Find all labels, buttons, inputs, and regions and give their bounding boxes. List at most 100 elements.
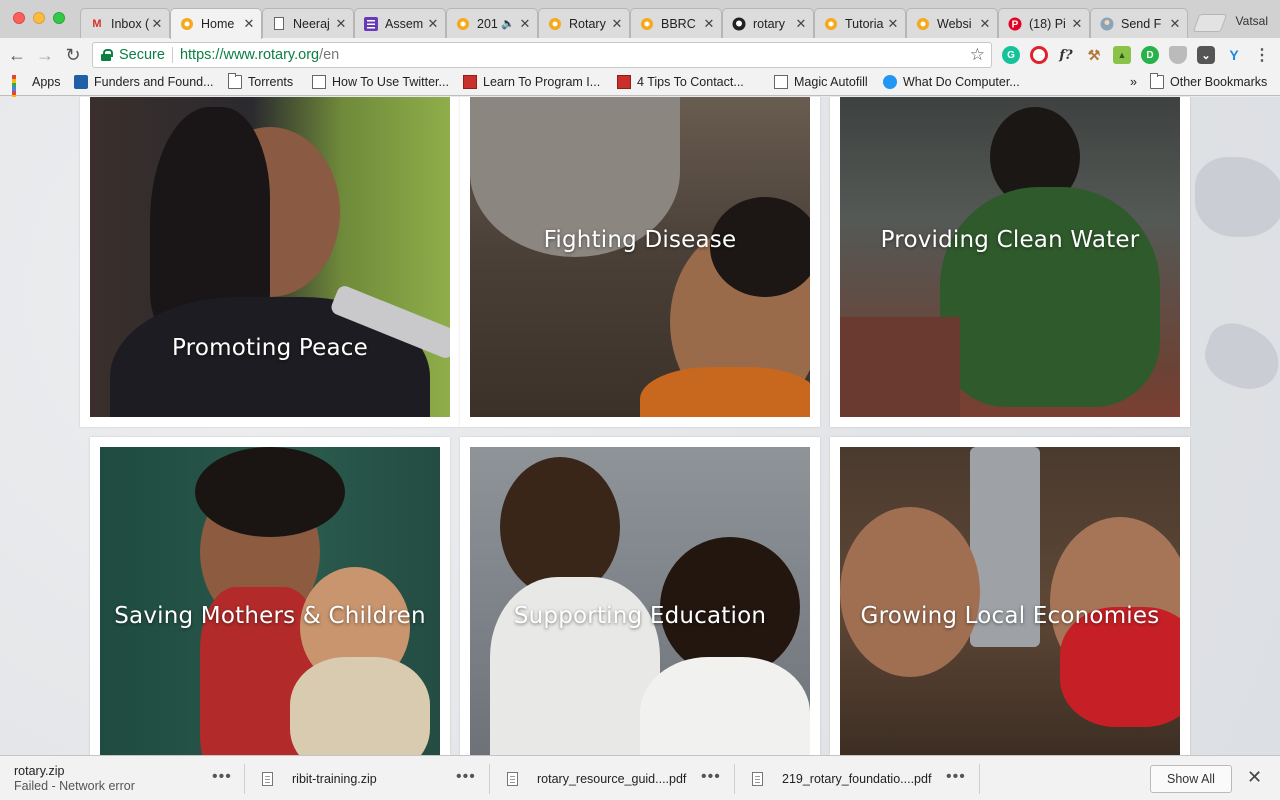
- window-minimize-button[interactable]: [33, 12, 45, 24]
- bookmark-magic-autofill[interactable]: Magic Autofill: [774, 75, 868, 89]
- download-status: Failed - Network error: [14, 778, 135, 793]
- area-card-peace[interactable]: Promoting Peace: [80, 97, 460, 427]
- d-icon[interactable]: D: [1141, 46, 1159, 64]
- download-item-ribit-training[interactable]: ribit-training.zip •••: [262, 756, 487, 800]
- close-tab-icon[interactable]: ✕: [243, 16, 255, 32]
- url-host[interactable]: https://www.rotary.org: [180, 47, 319, 63]
- more-options-icon[interactable]: •••: [946, 768, 966, 786]
- new-tab-button[interactable]: [1192, 14, 1228, 32]
- tab-title: Websi: [937, 16, 972, 31]
- bookmark-label: How To Use Twitter...: [332, 75, 449, 89]
- green-sari: [940, 187, 1160, 407]
- tab-tutorial[interactable]: Tutoria ✕: [814, 8, 906, 38]
- close-tab-icon[interactable]: ✕: [887, 16, 899, 32]
- card-caption: Providing Clean Water: [880, 227, 1140, 253]
- download-filename: ribit-training.zip: [292, 771, 377, 786]
- map-texture: [1197, 315, 1280, 399]
- download-item-rotary-zip[interactable]: rotary.zip Failed - Network error •••: [14, 756, 239, 800]
- android-icon[interactable]: ▲: [1113, 46, 1131, 64]
- tab-title: Home: [201, 17, 235, 31]
- bookmark-torrents[interactable]: Torrents: [228, 73, 293, 89]
- pocket-icon[interactable]: ⌄: [1197, 46, 1215, 64]
- tab-title: BBRC: [661, 16, 696, 31]
- profile-name[interactable]: Vatsal: [1236, 14, 1268, 28]
- hammer-icon[interactable]: ⚒: [1085, 46, 1103, 64]
- bookmark-4-tips[interactable]: 4 Tips To Contact...: [617, 75, 744, 89]
- grammarly-icon[interactable]: G: [1002, 46, 1020, 64]
- close-tab-icon[interactable]: ✕: [335, 16, 347, 32]
- tab-bbrc[interactable]: BBRC ✕: [630, 8, 722, 38]
- close-tab-icon[interactable]: ✕: [1071, 16, 1083, 32]
- close-tab-icon[interactable]: ✕: [703, 16, 715, 32]
- bookmarks-bar: Apps Funders and Found... Torrents How T…: [0, 72, 1280, 111]
- url-path[interactable]: /en: [319, 47, 339, 63]
- tab-assem[interactable]: Assem ✕: [354, 8, 446, 38]
- opera-icon[interactable]: [1030, 46, 1048, 64]
- bookmark-label: 4 Tips To Contact...: [637, 75, 744, 89]
- reload-icon[interactable]: ↻: [62, 44, 84, 66]
- address-bar[interactable]: Secure https://www.rotary.org/en ☆: [92, 42, 992, 68]
- window-zoom-button[interactable]: [53, 12, 65, 24]
- show-all-button[interactable]: Show All: [1150, 765, 1232, 793]
- window-close-button[interactable]: [13, 12, 25, 24]
- pdf-file-icon: [752, 771, 763, 786]
- tab-inbox[interactable]: M Inbox ( ✕: [80, 8, 170, 38]
- close-tab-icon[interactable]: ✕: [979, 16, 991, 32]
- bookmark-apps[interactable]: Apps: [12, 75, 61, 111]
- area-card-disease[interactable]: Fighting Disease: [460, 97, 820, 427]
- tab-201[interactable]: 201 🔈 ✕: [446, 8, 538, 38]
- back-arrow-icon[interactable]: ←: [6, 44, 28, 66]
- bookmark-other[interactable]: Other Bookmarks: [1150, 73, 1267, 89]
- more-options-icon[interactable]: •••: [456, 768, 476, 786]
- tab-send[interactable]: Send F ✕: [1090, 8, 1188, 38]
- area-card-economies[interactable]: Growing Local Economies: [830, 437, 1190, 755]
- file-icon: [262, 771, 273, 786]
- close-tab-icon[interactable]: ✕: [151, 16, 163, 32]
- bookmark-twitter[interactable]: How To Use Twitter...: [312, 75, 449, 89]
- card-image: Fighting Disease: [470, 97, 810, 417]
- tab-neeraj[interactable]: Neeraj ✕: [262, 8, 354, 38]
- download-item-resource-guide[interactable]: rotary_resource_guid....pdf •••: [507, 756, 732, 800]
- tab-home[interactable]: Home ✕: [170, 8, 262, 39]
- more-options-icon[interactable]: •••: [701, 768, 721, 786]
- area-card-mothers[interactable]: Saving Mothers & Children: [90, 437, 450, 755]
- left-hand: [840, 507, 980, 677]
- tab-title: 201: [477, 16, 498, 31]
- page-icon: [271, 16, 287, 32]
- download-filename: rotary_resource_guid....pdf: [537, 771, 687, 786]
- close-tab-icon[interactable]: ✕: [427, 16, 439, 32]
- tab-title: (18) Pi: [1029, 16, 1066, 31]
- bookmark-funders[interactable]: Funders and Found...: [74, 75, 214, 89]
- card-image: Supporting Education: [470, 447, 810, 755]
- card-image: Growing Local Economies: [840, 447, 1180, 755]
- more-options-icon[interactable]: •••: [212, 768, 232, 786]
- audio-icon[interactable]: 🔈: [501, 17, 515, 30]
- area-card-water[interactable]: Providing Clean Water: [830, 97, 1190, 427]
- close-tab-icon[interactable]: ✕: [519, 16, 531, 32]
- bookmark-label: What Do Computer...: [903, 75, 1020, 89]
- bookmark-learn-program[interactable]: Learn To Program I...: [463, 75, 600, 89]
- card-caption: Fighting Disease: [543, 227, 737, 253]
- y-icon[interactable]: Y: [1225, 46, 1243, 64]
- area-card-education[interactable]: Supporting Education: [460, 437, 820, 755]
- forward-arrow-icon[interactable]: →: [34, 44, 56, 66]
- bookmark-what-do-computer[interactable]: What Do Computer...: [883, 75, 1020, 89]
- close-tab-icon[interactable]: ✕: [1169, 16, 1181, 32]
- lock-icon[interactable]: [101, 49, 113, 61]
- tab-website[interactable]: Websi ✕: [906, 8, 998, 38]
- tab-pinterest[interactable]: P (18) Pi ✕: [998, 8, 1090, 38]
- menu-kebab-icon[interactable]: ⋮: [1253, 46, 1271, 64]
- apps-grid-icon: [12, 75, 26, 111]
- bookmarks-overflow-button[interactable]: »: [1130, 75, 1137, 89]
- close-icon[interactable]: ✕: [1247, 767, 1262, 788]
- gmail-icon: M: [92, 17, 102, 30]
- close-tab-icon[interactable]: ✕: [795, 16, 807, 32]
- tab-github[interactable]: rotary ✕: [722, 8, 814, 38]
- close-tab-icon[interactable]: ✕: [611, 16, 623, 32]
- shield-icon[interactable]: [1169, 46, 1187, 64]
- secure-label[interactable]: Secure: [119, 47, 165, 63]
- formula-icon[interactable]: f?: [1057, 46, 1075, 64]
- bookmark-star-icon[interactable]: ☆: [970, 45, 985, 65]
- tab-rotary[interactable]: Rotary ✕: [538, 8, 630, 38]
- download-item-rotary-foundation[interactable]: 219_rotary_foundatio....pdf •••: [752, 756, 977, 800]
